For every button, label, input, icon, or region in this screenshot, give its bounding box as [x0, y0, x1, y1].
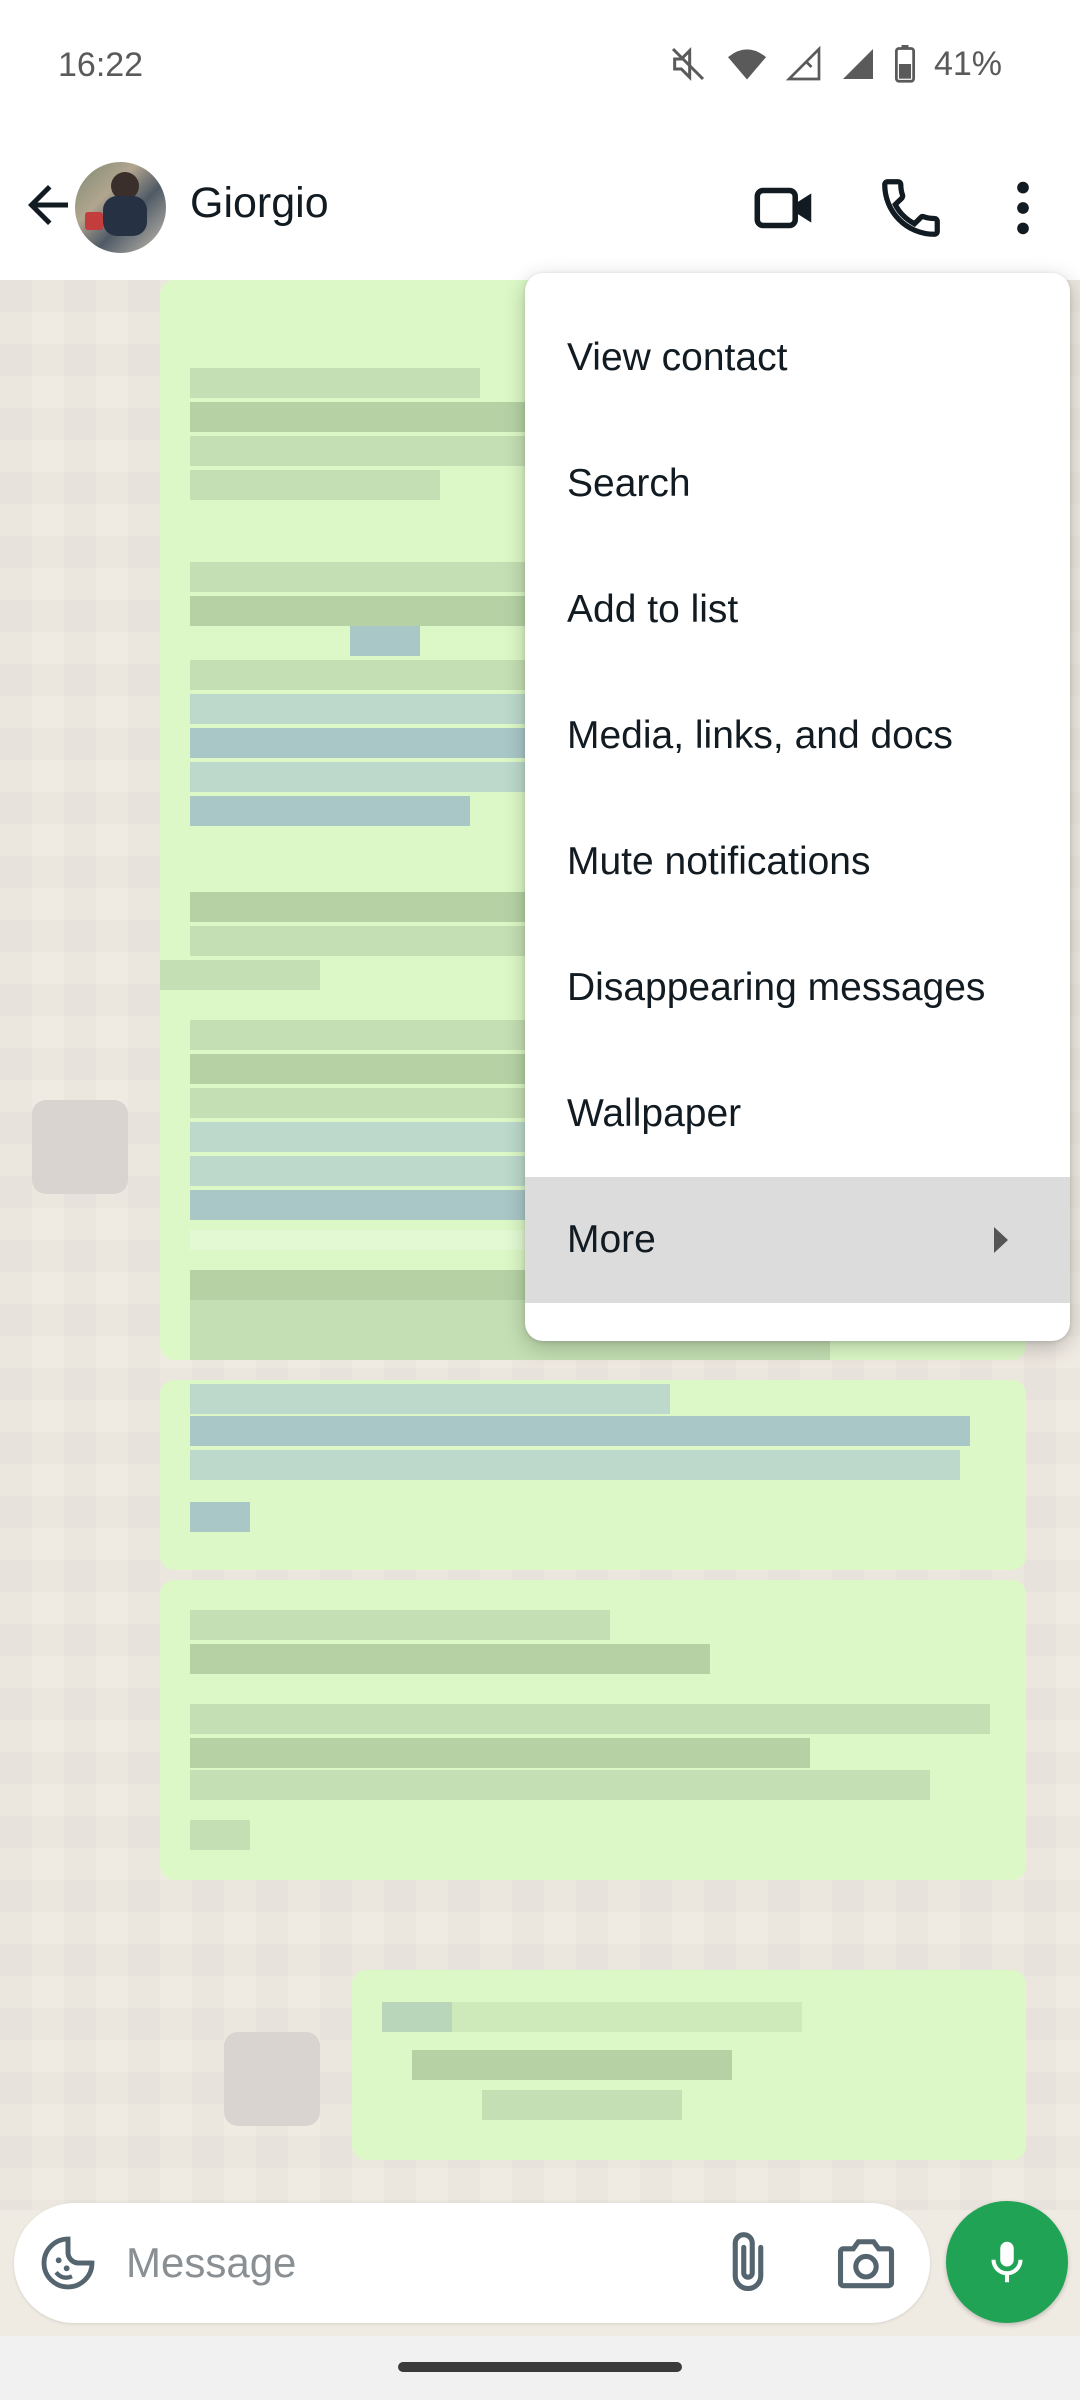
contact-name[interactable]: Giorgio	[190, 179, 329, 228]
camera-icon[interactable]	[832, 2229, 900, 2297]
menu-item-add-to-list[interactable]: Add to list	[525, 547, 1070, 673]
menu-item-label: Disappearing messages	[567, 966, 986, 1009]
emoji-sticker-icon[interactable]	[36, 2231, 100, 2295]
signal-icon	[842, 49, 873, 79]
video-call-icon[interactable]	[750, 173, 820, 243]
menu-item-wallpaper[interactable]: Wallpaper	[525, 1051, 1070, 1177]
blurred-sender-avatar	[224, 2032, 320, 2126]
submenu-arrow-icon	[994, 1227, 1008, 1253]
menu-item-label: More	[567, 1218, 656, 1261]
status-icons: 41%	[668, 44, 1002, 84]
wifi-icon	[727, 49, 766, 80]
back-arrow-icon[interactable]	[18, 175, 78, 235]
overflow-menu: View contact Search Add to list Media, l…	[525, 273, 1070, 1341]
attach-icon[interactable]	[714, 2229, 782, 2297]
menu-item-more[interactable]: More	[525, 1177, 1070, 1303]
menu-item-media-links-docs[interactable]: Media, links, and docs	[525, 673, 1070, 799]
menu-item-label: Wallpaper	[567, 1092, 742, 1135]
message-bubble[interactable]	[160, 1380, 1026, 1570]
signal-icon	[785, 46, 821, 81]
battery-icon	[894, 45, 915, 83]
system-nav-bar	[0, 2336, 1080, 2400]
home-indicator[interactable]	[398, 2362, 682, 2372]
chat-header: Giorgio	[0, 135, 1080, 280]
menu-item-label: Media, links, and docs	[567, 714, 953, 757]
more-vert-icon[interactable]	[988, 173, 1058, 243]
menu-item-view-contact[interactable]: View contact	[525, 295, 1070, 421]
menu-item-label: View contact	[567, 336, 788, 379]
overflow-menu-list: View contact Search Add to list Media, l…	[525, 295, 1070, 1303]
message-composer	[14, 2203, 930, 2323]
message-bubble[interactable]	[352, 1970, 1026, 2160]
menu-item-label: Search	[567, 462, 691, 505]
menu-item-mute-notifications[interactable]: Mute notifications	[525, 799, 1070, 925]
voice-message-button[interactable]	[946, 2201, 1068, 2323]
status-bar: 16:22 41%	[0, 0, 1080, 135]
phone-icon[interactable]	[876, 173, 946, 243]
battery-percent: 41%	[933, 44, 1002, 83]
mic-icon	[991, 2241, 1023, 2283]
menu-item-label: Mute notifications	[567, 840, 871, 883]
mute-icon	[671, 47, 704, 81]
menu-item-search[interactable]: Search	[525, 421, 1070, 547]
message-input[interactable]	[126, 2233, 686, 2293]
menu-item-label: Add to list	[567, 588, 739, 631]
blurred-sender-avatar	[32, 1100, 128, 1194]
avatar[interactable]	[75, 162, 166, 253]
status-time: 16:22	[58, 46, 144, 84]
message-bubble[interactable]	[160, 1580, 1026, 1880]
menu-item-disappearing-messages[interactable]: Disappearing messages	[525, 925, 1070, 1051]
